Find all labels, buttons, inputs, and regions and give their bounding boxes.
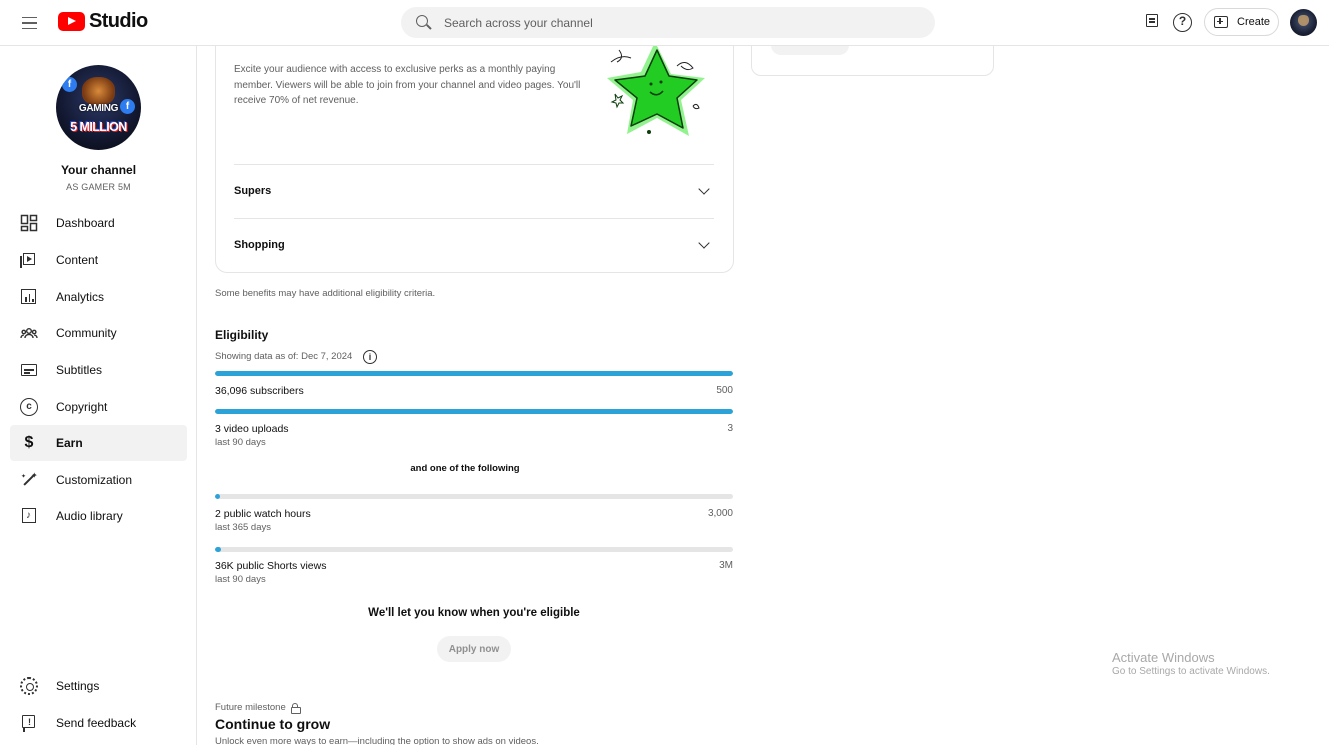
metric-label: 3 video uploads (215, 423, 289, 435)
facebook-icon: f (62, 77, 77, 92)
divider (234, 218, 714, 219)
watch-hours-progress-bar (215, 494, 733, 499)
magic-wand-icon: ✦ ✦ (20, 471, 38, 489)
accordion-label: Supers (234, 185, 272, 197)
metric-target: 3,000 (707, 508, 733, 519)
avatar-tagline-text: 5 MILLION (70, 120, 127, 134)
sidebar: GAMING 5 MILLION f f Your channel AS GAM… (0, 46, 197, 745)
divider (234, 164, 714, 165)
top-bar: Studio ? Create (0, 0, 1329, 46)
sidebar-item-earn[interactable]: $ Earn (10, 425, 187, 461)
subscribers-progress-bar (215, 371, 733, 376)
metric-target: 3 (727, 423, 733, 434)
chevron-down-icon[interactable] (698, 237, 710, 249)
sidebar-item-subtitles[interactable]: Subtitles (10, 352, 187, 388)
help-icon[interactable]: ? (1173, 13, 1192, 32)
sidebar-item-customization[interactable]: ✦ ✦ Customization (10, 462, 187, 498)
accordion-label: Shopping (234, 239, 285, 251)
studio-logo[interactable]: Studio (58, 10, 148, 33)
metric-period: last 90 days (215, 574, 266, 585)
sidebar-item-label: Analytics (56, 290, 105, 304)
sidebar-item-label: Send feedback (56, 716, 137, 730)
facebook-icon: f (120, 99, 135, 114)
sidebar-item-label: Customization (56, 473, 133, 487)
sidebar-item-audio-library[interactable]: ♪ Audio library (10, 498, 187, 534)
search-icon[interactable] (416, 14, 432, 31)
memberships-description: Excite your audience with access to excl… (234, 64, 581, 106)
your-channel-label: Your channel (60, 163, 137, 177)
one-of-following-label: and one of the following (410, 463, 520, 474)
future-milestone: Future milestone (215, 702, 301, 714)
sidebar-item-label: Content (56, 253, 99, 267)
eligibility-title: Eligibility (215, 328, 269, 342)
continue-to-grow-description: Unlock even more ways to earn—including … (215, 736, 539, 745)
community-icon (20, 324, 38, 342)
dashboard-icon (20, 214, 38, 232)
content-icon (20, 251, 38, 269)
channel-avatar[interactable]: GAMING 5 MILLION f f (56, 65, 141, 150)
data-as-of: Showing data as of: Dec 7, 2024 (215, 351, 353, 362)
metric-label: 2 public watch hours (215, 508, 311, 520)
sidebar-item-label: Community (56, 326, 117, 340)
audio-library-icon: ♪ (20, 507, 38, 525)
metric-period: last 90 days (215, 437, 266, 448)
sidebar-item-label: Audio library (56, 509, 123, 523)
watermark-title: Activate Windows (1112, 650, 1215, 665)
future-milestone-label: Future milestone (215, 702, 286, 713)
subtitles-icon (20, 361, 38, 379)
copyright-icon: c (20, 398, 38, 416)
channel-handle: AS GAMER 5M (66, 182, 131, 192)
apply-now-button[interactable]: Apply now (437, 636, 511, 662)
create-label: Create (1237, 16, 1271, 28)
info-icon[interactable]: i (363, 350, 377, 364)
sidebar-item-analytics[interactable]: Analytics (10, 279, 187, 315)
accordion-supers[interactable]: Supers (234, 181, 714, 201)
sidebar-item-dashboard[interactable]: Dashboard (10, 205, 187, 241)
star-illustration (607, 41, 705, 136)
account-avatar[interactable] (1290, 9, 1317, 36)
feedback-icon: ! (20, 714, 38, 732)
windows-activation-watermark: Activate Windows Go to Settings to activ… (1112, 650, 1270, 677)
notifications-feedback-icon[interactable] (1144, 13, 1162, 31)
sidebar-item-label: Earn (56, 436, 83, 450)
sidebar-item-label: Dashboard (56, 216, 115, 230)
metric-label: 36K public Shorts views (215, 560, 327, 572)
search-input[interactable] (444, 15, 904, 30)
sidebar-item-community[interactable]: Community (10, 315, 187, 351)
metric-period: last 365 days (215, 522, 271, 533)
sidebar-item-label: Settings (56, 679, 100, 693)
accordion-shopping[interactable]: Shopping (234, 235, 714, 255)
chevron-down-icon[interactable] (698, 183, 710, 195)
menu-icon[interactable] (18, 12, 42, 34)
search-bar[interactable] (401, 7, 935, 38)
eligibility-notify-text: We'll let you know when you're eligible (368, 607, 580, 619)
analytics-icon (20, 288, 38, 306)
watermark-subtitle: Go to Settings to activate Windows. (1112, 666, 1270, 677)
sidebar-item-label: Copyright (56, 400, 108, 414)
sidebar-item-label: Subtitles (56, 363, 103, 377)
metric-target: 3M (719, 560, 733, 571)
sidebar-item-content[interactable]: Content (10, 242, 187, 278)
logo-text: Studio (89, 10, 148, 32)
sidebar-item-send-feedback[interactable]: ! Send feedback (10, 705, 187, 741)
gear-icon (20, 677, 38, 695)
lock-icon (290, 703, 301, 714)
uploads-progress-bar (215, 409, 733, 414)
sidebar-item-copyright[interactable]: c Copyright (10, 389, 187, 425)
metric-label: 36,096 subscribers (215, 385, 304, 397)
create-button[interactable]: Create (1204, 8, 1279, 36)
continue-to-grow-title: Continue to grow (215, 716, 331, 732)
eligibility-note: Some benefits may have additional eligib… (215, 288, 436, 299)
dollar-icon: $ (24, 434, 34, 451)
create-video-icon (1214, 16, 1228, 28)
shorts-views-progress-bar (215, 547, 733, 552)
crest-icon (82, 77, 115, 105)
metric-target: 500 (716, 385, 733, 396)
youtube-play-icon (58, 12, 85, 31)
sidebar-item-settings[interactable]: Settings (10, 668, 187, 704)
